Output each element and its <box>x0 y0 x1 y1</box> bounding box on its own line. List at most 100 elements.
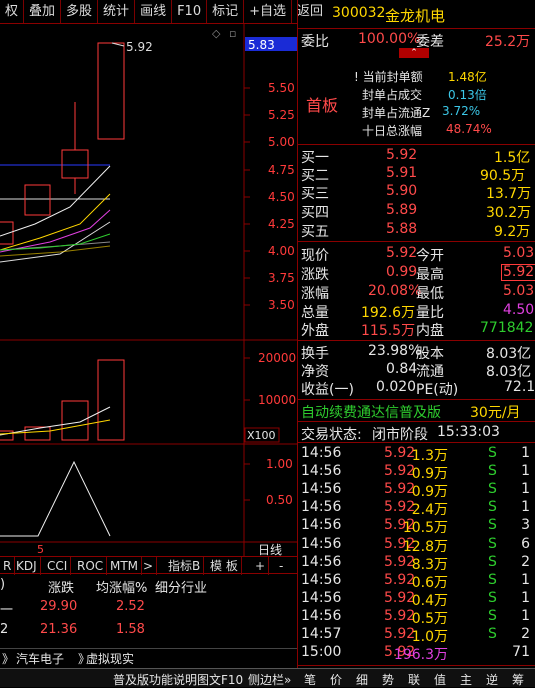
tick-s: S <box>488 607 497 624</box>
tick-v: 0.5万 <box>411 610 448 627</box>
tick-row: 14:56 5.92 12.8万 S 6 <box>298 535 535 555</box>
tick-s: S <box>488 445 497 461</box>
tick-s: S <box>488 553 497 570</box>
tab-cci[interactable]: CCI <box>44 557 72 575</box>
tick-n: 1 <box>521 481 530 498</box>
tab-template[interactable]: 模 板 <box>207 557 242 575</box>
price-tick: 5.00 <box>268 135 295 149</box>
tick-v: 8.3万 <box>411 556 448 573</box>
toolbar-item-statistics[interactable]: 统计 <box>98 0 136 23</box>
period-label: 日线 <box>258 543 282 556</box>
tab-reverse[interactable]: 逆 <box>486 671 498 688</box>
tab-chips[interactable]: 筹 <box>512 671 524 688</box>
trade-state: 交易状态: 闭市阶段 15:33:03 <box>301 424 500 443</box>
table-header: 均涨幅% <box>96 581 148 596</box>
price-axis: 5.50 5.25 5.00 4.75 4.50 4.25 4.00 3.75 … <box>268 81 295 312</box>
toolbar-item-draw-line[interactable]: 画线 <box>135 0 173 23</box>
tick-v: 12.8万 <box>402 538 448 555</box>
right-panel-tabs: 笔 价 细 势 联 值 主 逆 筹 <box>297 669 535 688</box>
tick-row: 15:00 5.92 196.3万 71 <box>298 644 535 663</box>
indicator-tick: 0.50 <box>266 493 293 507</box>
tick-row: 14:57 5.92 1.0万 S 2 <box>298 626 535 645</box>
tab-tick[interactable]: 笔 <box>304 671 316 688</box>
volume-unit-label: X100 <box>247 429 276 442</box>
weicha-value: 25.2万 <box>485 34 531 50</box>
tick-n: 6 <box>521 535 530 552</box>
tab-indicator-b[interactable]: 指标B <box>165 557 205 575</box>
volume-tick: 20000 <box>258 351 296 365</box>
toolbar-item-rights[interactable]: 权 <box>0 0 25 23</box>
tick-p: 5.92 <box>384 607 416 624</box>
toolbar-item-mark[interactable]: 标记 <box>207 0 245 23</box>
bid-row: 买五 5.88 9.2万 <box>301 221 531 240</box>
tick-p: 5.92 <box>384 445 416 461</box>
tab-link[interactable]: 联 <box>408 671 420 688</box>
weibi-value: 100.00% <box>358 31 421 47</box>
toolbar-item-overlay[interactable]: 叠加 <box>24 0 62 23</box>
tick-v: 1.0万 <box>411 629 448 645</box>
tick-row: 14:56 5.92 0.9万 S 1 <box>298 481 535 500</box>
diamond-icon[interactable]: ◇ <box>212 27 221 40</box>
tick-s: S <box>488 481 497 498</box>
tick-n: 71 <box>512 644 530 661</box>
price-tick: 5.25 <box>268 108 295 122</box>
concept-tag[interactable]: 虚拟现实 <box>86 650 134 667</box>
tab-add[interactable]: + <box>252 557 270 575</box>
sidebar-toggle[interactable]: 侧边栏» <box>248 671 291 688</box>
help-link[interactable]: 普及版功能说明 <box>113 671 197 688</box>
tick-v: 0.4万 <box>411 592 448 609</box>
table-header: 细分行业 <box>155 581 208 596</box>
indicator-bottom-label: 5 <box>37 543 44 556</box>
tick-t: 14:57 <box>301 626 342 642</box>
tab-main[interactable]: 主 <box>460 671 472 688</box>
board-label: 首板 <box>306 96 339 115</box>
indicator-tick: 1.00 <box>266 457 293 471</box>
weibi-label: 委比 <box>301 34 329 50</box>
tick-t: 14:56 <box>301 499 342 516</box>
tick-p: 5.92 <box>384 481 416 498</box>
toolbar-item-multi-stock[interactable]: 多股 <box>61 0 99 23</box>
tick-p: 5.92 <box>384 499 416 516</box>
tick-t: 14:56 <box>301 571 342 588</box>
f10-link[interactable]: 图文F10 <box>197 671 243 688</box>
chart-toolbar: 权 叠加 多股 统计 画线 F10 标记 +自选 返回 <box>0 0 323 24</box>
tick-t: 14:56 <box>301 463 342 480</box>
bid-row: 买二 5.91 90.5万 <box>301 165 526 184</box>
tick-row: 14:56 5.92 0.5万 S 1 <box>298 607 535 627</box>
tab-trend[interactable]: 势 <box>382 671 394 688</box>
tick-v: 0.6万 <box>411 574 448 591</box>
tab-remove[interactable]: - <box>276 557 286 575</box>
kline-chart[interactable]: ◇ ▫ 5.50 5.25 5.00 4.75 4.50 4.25 4.00 3… <box>0 24 297 556</box>
tick-n: 1 <box>521 499 530 516</box>
promo-banner[interactable]: 自动续费通达信普及版 30元/月 <box>298 402 535 421</box>
toolbar-item-add-watchlist[interactable]: +自选 <box>244 0 293 23</box>
tab-kdj[interactable]: KDJ <box>13 557 41 575</box>
tick-row: 14:56 5.92 1.3万 S 1 <box>298 445 535 464</box>
tab-price[interactable]: 价 <box>330 671 342 688</box>
current-price-tag-text: 5.83 <box>248 38 275 52</box>
tick-row: 14:56 5.92 0.4万 S 1 <box>298 589 535 609</box>
tab-value[interactable]: 值 <box>434 671 446 688</box>
tick-n: 1 <box>521 445 530 461</box>
tick-t: 14:56 <box>301 517 342 534</box>
price-tick: 4.00 <box>268 244 295 258</box>
tick-s: S <box>488 463 497 480</box>
price-tick: 4.25 <box>268 217 295 231</box>
tab-detail[interactable]: 细 <box>356 671 368 688</box>
tab-mtm[interactable]: MTM <box>107 557 143 575</box>
volume-tick: 10000 <box>258 393 296 407</box>
tick-t: 14:56 <box>301 553 342 570</box>
tick-p: 5.92 <box>384 626 416 642</box>
toolbar-item-f10[interactable]: F10 <box>172 0 208 23</box>
sector-table: ) 涨跌 均涨幅% 细分行业 一 29.90 2.52 2 21.36 1.58 <box>0 577 208 637</box>
tab-more-arrow[interactable]: > <box>140 557 158 575</box>
tick-s: S <box>488 499 497 516</box>
collapse-arrow-icon[interactable]: ⌃ <box>399 48 429 58</box>
tab-roc[interactable]: ROC <box>74 557 108 575</box>
stock-name: 金龙机电 <box>385 7 446 25</box>
tick-row: 14:56 5.92 2.4万 S 1 <box>298 499 535 518</box>
tick-t: 14:56 <box>301 589 342 606</box>
concept-tag[interactable]: 汽车电子 <box>16 650 64 667</box>
tick-t: 14:56 <box>301 607 342 624</box>
small-square-icon[interactable]: ▫ <box>229 27 236 40</box>
